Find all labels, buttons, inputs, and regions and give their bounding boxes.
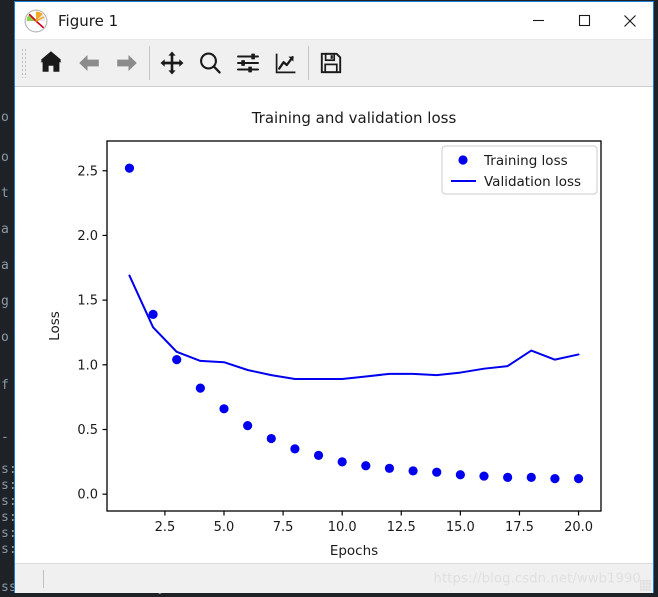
y-axis-label: Loss <box>47 311 63 341</box>
legend-label-training: Training loss <box>483 153 568 169</box>
pan-button[interactable] <box>153 44 191 82</box>
training-loss-point <box>503 472 513 482</box>
minimize-icon <box>532 19 544 22</box>
training-loss-point <box>290 444 300 454</box>
zoom-button[interactable] <box>191 44 229 82</box>
toolbar-separator <box>149 46 150 80</box>
forward-button[interactable] <box>108 44 146 82</box>
zoom-magnifier-icon <box>200 52 221 74</box>
training-loss-point <box>408 466 418 476</box>
training-loss-point <box>337 457 347 467</box>
y-tick-label: 1.0 <box>77 358 98 373</box>
figure-window: Figure 1 Training and validation loss 2.… <box>14 1 654 593</box>
close-button[interactable] <box>607 2 653 39</box>
x-tick-label: 10.0 <box>328 520 357 535</box>
y-tick-label: 0.5 <box>77 423 98 438</box>
training-loss-point <box>124 163 135 173</box>
terminal-line: o <box>1 110 9 125</box>
terminal-line: g <box>1 294 9 309</box>
title-bar[interactable]: Figure 1 <box>15 2 653 40</box>
training-loss-point <box>432 467 442 477</box>
training-loss-point <box>573 474 584 484</box>
edit-curve-icon <box>275 53 296 74</box>
back-button[interactable] <box>70 44 108 82</box>
save-floppy-icon <box>320 52 342 74</box>
maximize-button[interactable] <box>561 2 607 39</box>
toolbar-separator-2 <box>308 46 309 80</box>
home-button[interactable] <box>32 44 70 82</box>
close-icon <box>624 14 636 27</box>
subplot-config-button[interactable] <box>229 44 267 82</box>
terminal-line: a <box>1 222 9 237</box>
x-axis-label: Epochs <box>330 543 378 559</box>
training-loss-point <box>243 421 253 431</box>
training-loss-point <box>384 463 395 473</box>
x-tick-label: 17.5 <box>505 520 534 535</box>
training-loss-point <box>550 474 560 484</box>
home-icon <box>40 51 62 72</box>
edit-parameters-button[interactable] <box>267 44 305 82</box>
legend-label-validation: Validation loss <box>484 174 581 190</box>
matplotlib-icon <box>24 9 48 32</box>
training-loss-point <box>148 309 158 319</box>
x-tick-label: 5.0 <box>214 520 235 535</box>
terminal-line: o <box>1 330 9 345</box>
loss-plot: Training and validation loss 2.5 5.0 7.5 10.… <box>15 87 653 563</box>
training-loss-point <box>526 472 536 482</box>
training-loss-point <box>172 355 182 365</box>
status-bar: https://blog.csdn.net/wwb1990 <box>15 563 653 593</box>
terminal-line: - <box>1 430 9 445</box>
training-loss-point <box>195 383 205 393</box>
terminal-line: o <box>1 150 9 165</box>
forward-arrow-icon <box>117 55 137 71</box>
legend-marker-training <box>458 155 468 165</box>
x-tick-label: 15.0 <box>446 520 475 535</box>
training-loss-point <box>219 404 229 414</box>
training-loss-point <box>479 471 489 481</box>
training-loss-point <box>313 450 324 460</box>
maximize-icon <box>578 14 590 27</box>
navigation-toolbar <box>15 40 653 87</box>
y-tick-label: 2.0 <box>77 229 98 244</box>
training-loss-point <box>266 433 276 444</box>
status-bar-divider <box>43 569 44 588</box>
y-tick-label: 1.5 <box>77 294 98 309</box>
watermark-qr-icon <box>640 580 651 591</box>
chart-title: Training and validation loss <box>251 109 457 127</box>
back-arrow-icon <box>79 55 99 71</box>
x-tick-label: 12.5 <box>387 520 416 535</box>
terminal-line: f <box>1 378 9 393</box>
training-loss-point <box>455 470 465 480</box>
terminal-line: t <box>1 186 9 201</box>
x-tick-label: 2.5 <box>155 520 176 535</box>
toolbar-drag-grip[interactable] <box>21 48 28 78</box>
window-title: Figure 1 <box>58 11 119 30</box>
watermark-text: https://blog.csdn.net/wwb1990 <box>433 571 641 586</box>
training-loss-point <box>361 461 371 471</box>
y-tick-label: 2.5 <box>77 164 98 179</box>
save-button[interactable] <box>312 44 350 82</box>
terminal-line: a <box>1 258 9 273</box>
window-controls <box>515 2 653 39</box>
y-tick-label: 0.0 <box>77 488 98 503</box>
subplot-config-icon <box>237 53 259 73</box>
minimize-button[interactable] <box>515 2 561 39</box>
x-tick-label: 7.5 <box>273 520 294 535</box>
pan-move-icon <box>160 51 184 75</box>
x-tick-label: 20.0 <box>564 520 593 535</box>
figure-canvas[interactable]: Training and validation loss 2.5 5.0 7.5 10.… <box>15 87 653 563</box>
